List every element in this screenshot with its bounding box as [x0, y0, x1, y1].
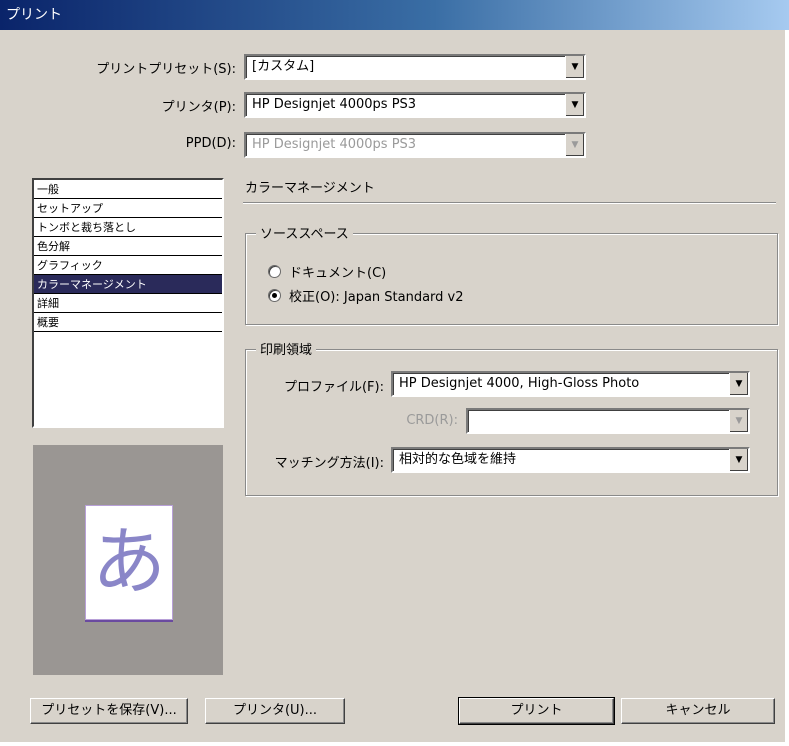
radio-proof-button[interactable]	[268, 289, 281, 302]
page-preview: あ	[33, 445, 223, 675]
print-space-group: 印刷領域 プロファイル(F): HP Designjet 4000, High-…	[245, 339, 778, 496]
source-space-group: ソーススペース ドキュメント(C) 校正(O): Japan Standard …	[245, 223, 778, 325]
ppd-label: PPD(D):	[185, 136, 236, 151]
chevron-down-icon: ▼	[729, 410, 748, 432]
sidebar-item-general[interactable]: 一般	[34, 180, 222, 199]
sidebar-item-summary[interactable]: 概要	[34, 313, 222, 332]
chevron-down-icon: ▼	[565, 134, 584, 156]
category-list[interactable]: 一般 セットアップ トンボと裁ち落とし 色分解 グラフィック カラーマネージメン…	[32, 178, 224, 428]
sidebar-item-setup[interactable]: セットアップ	[34, 199, 222, 218]
window-title-bar[interactable]: プリント	[0, 0, 789, 30]
chevron-down-icon[interactable]: ▼	[729, 373, 748, 395]
printer-value: HP Designjet 4000ps PS3	[252, 97, 417, 112]
chevron-down-icon[interactable]: ▼	[565, 56, 584, 78]
section-divider	[243, 202, 776, 204]
crd-select: ▼	[466, 408, 750, 434]
radio-document[interactable]: ドキュメント(C)	[268, 262, 386, 281]
sidebar-item-color-management[interactable]: カラーマネージメント	[34, 275, 222, 294]
print-dialog: プリントプリセット(S): [カスタム] ▼ プリンタ(P): HP Desig…	[0, 30, 785, 742]
save-preset-button[interactable]: プリセットを保存(V)...	[30, 698, 188, 724]
profile-value: HP Designjet 4000, High-Gloss Photo	[399, 376, 640, 391]
window-title: プリント	[6, 7, 62, 23]
intent-label: マッチング方法(I):	[274, 456, 384, 471]
sidebar-item-advanced[interactable]: 詳細	[34, 294, 222, 313]
chevron-down-icon[interactable]: ▼	[729, 449, 748, 471]
sidebar-item-graphics[interactable]: グラフィック	[34, 256, 222, 275]
radio-proof-label: 校正(O): Japan Standard v2	[289, 290, 464, 305]
cancel-button[interactable]: キャンセル	[621, 698, 775, 724]
radio-proof[interactable]: 校正(O): Japan Standard v2	[268, 286, 464, 305]
sidebar-item-marks-bleed[interactable]: トンボと裁ち落とし	[34, 218, 222, 237]
printer-label: プリンタ(P):	[161, 100, 236, 115]
chevron-down-icon[interactable]: ▼	[565, 94, 584, 116]
print-space-title: 印刷領域	[256, 339, 317, 358]
source-space-title: ソーススペース	[256, 223, 353, 242]
intent-select[interactable]: 相対的な色域を維持 ▼	[391, 447, 750, 473]
sidebar-item-separations[interactable]: 色分解	[34, 237, 222, 256]
printer-setup-button[interactable]: プリンタ(U)...	[205, 698, 345, 724]
preset-label: プリントプリセット(S):	[96, 62, 236, 77]
print-button[interactable]: プリント	[458, 697, 615, 725]
intent-value: 相対的な色域を維持	[399, 452, 517, 467]
preset-value: [カスタム]	[252, 59, 315, 74]
ppd-value: HP Designjet 4000ps PS3	[252, 137, 417, 152]
preview-page: あ	[85, 505, 173, 620]
section-title: カラーマネージメント	[245, 181, 375, 196]
profile-select[interactable]: HP Designjet 4000, High-Gloss Photo ▼	[391, 371, 750, 397]
profile-label: プロファイル(F):	[283, 380, 384, 395]
ppd-select: HP Designjet 4000ps PS3 ▼	[244, 132, 586, 158]
crd-label: CRD(R):	[406, 413, 458, 428]
preview-glyph: あ	[92, 519, 166, 605]
printer-select[interactable]: HP Designjet 4000ps PS3 ▼	[244, 92, 586, 118]
radio-document-button[interactable]	[268, 265, 281, 278]
radio-document-label: ドキュメント(C)	[289, 266, 387, 281]
preset-select[interactable]: [カスタム] ▼	[244, 54, 586, 80]
